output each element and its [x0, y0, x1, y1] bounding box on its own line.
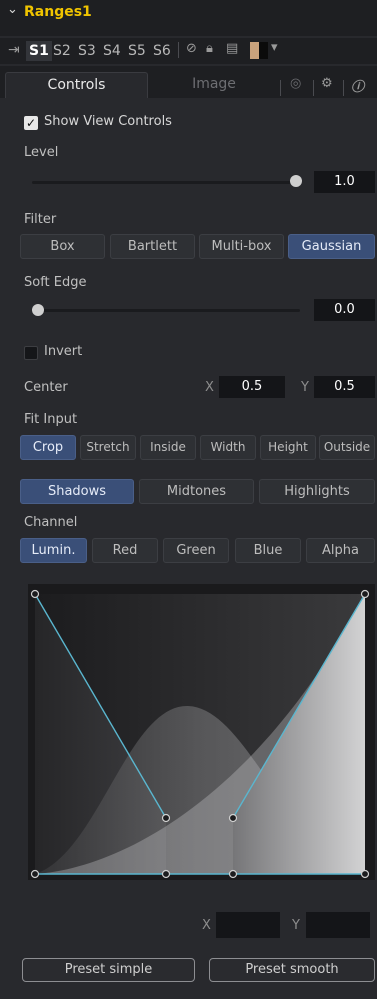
level-slider-track[interactable] — [32, 181, 300, 184]
filter-multibox-button[interactable]: Multi-box — [199, 234, 284, 259]
point-y-field[interactable] — [306, 912, 370, 938]
filter-gaussian-button[interactable]: Gaussian — [288, 234, 375, 259]
view-s6[interactable]: S6 — [153, 41, 171, 61]
fit-crop-button[interactable]: Crop — [20, 435, 76, 460]
preset-smooth-button[interactable]: Preset smooth — [209, 958, 375, 982]
control-point[interactable] — [360, 589, 370, 599]
color-swatch-dark — [259, 42, 268, 59]
save-icon[interactable]: ▤ — [226, 41, 238, 56]
point-y-label: Y — [292, 918, 300, 933]
center-x-field[interactable]: 0.5 — [219, 376, 285, 398]
filter-box-button[interactable]: Box — [20, 234, 105, 259]
range-shadows-button[interactable]: Shadows — [20, 479, 134, 504]
separator — [280, 80, 281, 96]
channel-green-button[interactable]: Green — [163, 538, 229, 563]
filter-bartlett-button[interactable]: Bartlett — [110, 234, 195, 259]
channel-blue-button[interactable]: Blue — [235, 538, 301, 563]
level-value-field[interactable]: 1.0 — [314, 171, 375, 193]
view-s1[interactable]: S1 — [26, 41, 52, 61]
separator — [343, 80, 344, 96]
tool-title: Ranges1 — [24, 4, 92, 20]
channel-lumin-button[interactable]: Lumin. — [20, 538, 87, 563]
soft-edge-value-field[interactable]: 0.0 — [314, 299, 375, 321]
separator — [178, 42, 179, 58]
control-point[interactable] — [360, 869, 370, 879]
range-curve-graph[interactable] — [28, 584, 375, 880]
filter-label: Filter — [24, 212, 57, 227]
invert-checkbox[interactable] — [24, 346, 38, 360]
center-label: Center — [24, 380, 68, 395]
control-point[interactable] — [228, 869, 238, 879]
lock-icon[interactable]: 🔒︎ — [206, 41, 213, 56]
view-s5[interactable]: S5 — [128, 41, 146, 61]
disable-icon[interactable]: ⊘ — [186, 41, 197, 56]
invert-label: Invert — [44, 344, 83, 359]
separator — [313, 80, 314, 96]
soft-edge-slider-handle[interactable] — [32, 304, 44, 316]
tab-image[interactable]: Image — [155, 72, 273, 98]
fit-inside-button[interactable]: Inside — [140, 435, 196, 460]
gear-icon[interactable]: ⚙ — [321, 76, 333, 91]
soft-edge-slider-track[interactable] — [32, 309, 300, 312]
center-y-field[interactable]: 0.5 — [314, 376, 375, 398]
control-point[interactable] — [30, 869, 40, 879]
channel-red-button[interactable]: Red — [92, 538, 158, 563]
range-highlights-button[interactable]: Highlights — [259, 479, 375, 504]
fit-input-label: Fit Input — [24, 412, 78, 427]
point-x-field[interactable] — [216, 912, 280, 938]
view-selector-bar: ⇥ S1 S2 S3 S4 S5 S6 ⊘ 🔒︎ ▤ ▾ — [0, 38, 377, 64]
level-slider-handle[interactable] — [290, 175, 302, 187]
link-icon[interactable]: ◎ — [290, 76, 301, 91]
center-x-label: X — [205, 380, 214, 395]
view-s4[interactable]: S4 — [103, 41, 121, 61]
panel-tabs: Controls Image ◎ ⚙ ⓘ — [0, 66, 377, 98]
control-point[interactable] — [30, 589, 40, 599]
channel-label: Channel — [24, 515, 78, 530]
fit-height-button[interactable]: Height — [260, 435, 316, 460]
control-point[interactable] — [161, 813, 171, 823]
tool-header: ⌄ Ranges1 — [0, 0, 377, 36]
level-label: Level — [24, 145, 59, 160]
center-y-label: Y — [301, 380, 309, 395]
fit-width-button[interactable]: Width — [200, 435, 256, 460]
tab-controls[interactable]: Controls — [5, 72, 148, 98]
fit-stretch-button[interactable]: Stretch — [80, 435, 136, 460]
info-icon[interactable]: ⓘ — [351, 76, 364, 95]
color-swatch-icon[interactable] — [250, 42, 259, 59]
view-s2[interactable]: S2 — [53, 41, 71, 61]
pin-icon[interactable]: ⇥ — [8, 42, 20, 58]
soft-edge-label: Soft Edge — [24, 275, 87, 290]
point-x-label: X — [202, 918, 211, 933]
control-point[interactable] — [161, 869, 171, 879]
control-point[interactable] — [228, 813, 238, 823]
channel-alpha-button[interactable]: Alpha — [306, 538, 375, 563]
show-view-controls-label: Show View Controls — [44, 114, 172, 129]
fit-outside-button[interactable]: Outside — [319, 435, 375, 460]
preset-simple-button[interactable]: Preset simple — [22, 958, 195, 982]
range-midtones-button[interactable]: Midtones — [139, 479, 254, 504]
range-curve-svg[interactable] — [28, 584, 375, 880]
view-s3[interactable]: S3 — [78, 41, 96, 61]
dropdown-arrow-icon[interactable]: ▾ — [271, 40, 278, 55]
collapse-chevron-icon[interactable]: ⌄ — [7, 2, 18, 17]
show-view-controls-checkbox[interactable]: ✓ — [24, 116, 38, 130]
